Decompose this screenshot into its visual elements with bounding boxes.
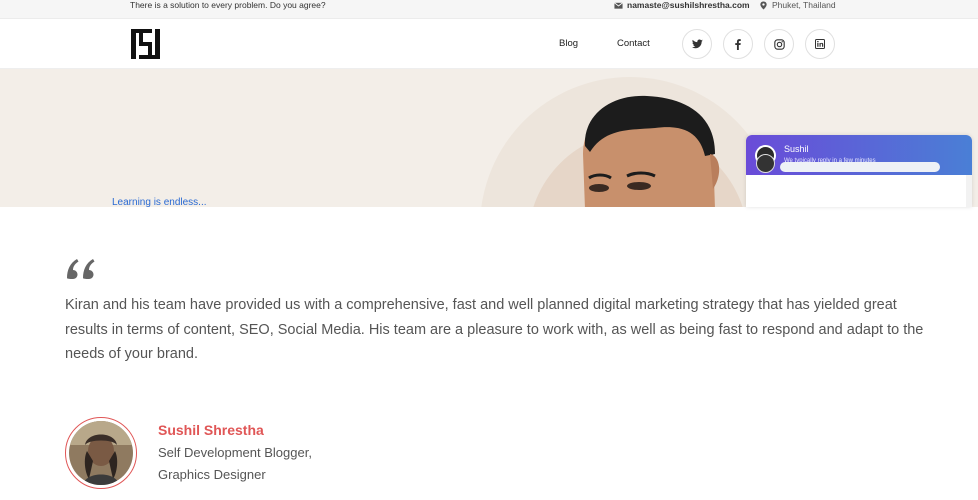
envelope-icon <box>614 2 623 9</box>
top-info-bar: There is a solution to every problem. Do… <box>0 0 978 19</box>
quote-icon <box>67 259 95 279</box>
author-role: Self Development Blogger, <box>158 445 312 460</box>
author-role-secondary: Graphics Designer <box>158 467 266 482</box>
facebook-icon <box>735 38 741 50</box>
top-tagline: There is a solution to every problem. Do… <box>130 0 326 10</box>
twitter-icon <box>691 39 703 49</box>
linkedin-button[interactable] <box>805 29 835 59</box>
instagram-button[interactable] <box>764 29 794 59</box>
chat-agent-name: Sushil <box>784 144 809 154</box>
author-photo <box>69 421 133 485</box>
location-text: Phuket, Thailand <box>772 0 836 10</box>
facebook-button[interactable] <box>723 29 753 59</box>
twitter-button[interactable] <box>682 29 712 59</box>
testimonial-quote: Kiran and his team have provided us with… <box>65 297 924 362</box>
main-navbar: Blog Contact <box>0 19 978 69</box>
linkedin-icon <box>815 39 825 49</box>
chat-message-bubble <box>780 162 940 172</box>
contact-email-text[interactable]: namaste@sushilshrestha.com <box>627 0 750 11</box>
author-name: Sushil Shrestha <box>158 422 264 438</box>
nav-link-contact[interactable]: Contact <box>617 38 650 49</box>
ss-monogram-logo[interactable] <box>131 29 160 59</box>
map-pin-icon <box>760 1 767 10</box>
instagram-icon <box>773 38 785 50</box>
contact-email[interactable]: namaste@sushilshrestha.com <box>614 0 750 11</box>
author-avatar-image <box>69 421 133 485</box>
hero-tagline: Learning is endless... <box>112 197 207 207</box>
author-avatar <box>65 417 137 489</box>
chat-scrollbar[interactable] <box>966 175 972 207</box>
chat-widget[interactable]: Sushil We typically reply in a few minut… <box>746 135 972 207</box>
location: Phuket, Thailand <box>759 0 836 11</box>
hero-portrait <box>583 95 720 207</box>
chat-message-avatar <box>756 154 775 173</box>
nav-link-blog[interactable]: Blog <box>559 38 578 49</box>
